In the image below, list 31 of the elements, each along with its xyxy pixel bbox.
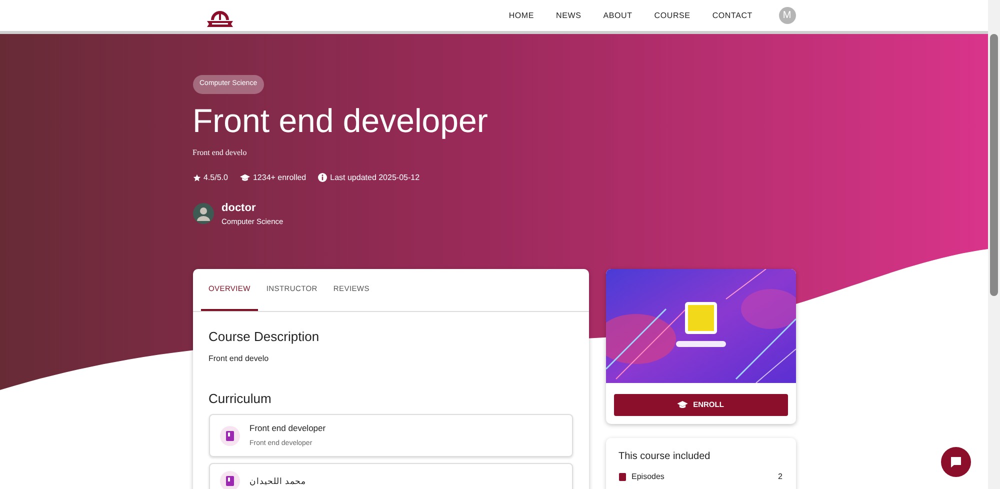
instructor-name[interactable]: doctor — [222, 200, 284, 216]
lesson-title: Front end developer — [250, 422, 326, 435]
description-text: Front end develo — [208, 352, 270, 364]
instructor-avatar — [192, 203, 214, 224]
graduation-cap-icon — [240, 174, 250, 182]
chat-icon — [950, 456, 962, 468]
star-icon — [192, 174, 200, 182]
book-icon — [226, 476, 234, 486]
rating-text: 4.5/5.0 — [204, 172, 228, 184]
included-heading: This course included — [618, 450, 712, 464]
graduation-cap-icon — [677, 401, 688, 409]
section-heading: Course Description — [208, 328, 320, 346]
section-heading: Curriculum — [208, 390, 272, 408]
enrolled-count: 1234+ enrolled — [252, 172, 306, 184]
info-icon — [318, 173, 328, 182]
nav-link[interactable]: ABOUT — [603, 10, 632, 22]
lesson-title: محمد اللحيدان — [250, 474, 306, 488]
included-label: Episodes — [632, 471, 666, 483]
course-title: Front end developer — [192, 102, 489, 139]
nav-link[interactable]: HOME — [508, 10, 534, 22]
last-updated-text: Last updated 2025-05-12 — [330, 172, 420, 184]
chat-button[interactable] — [941, 447, 971, 477]
nav-link[interactable]: CONTACT — [712, 10, 752, 22]
nav-link[interactable]: NEWS — [556, 10, 582, 22]
nav-link[interactable]: COURSE — [654, 10, 690, 22]
scrollbar-thumb[interactable] — [990, 34, 998, 296]
lesson-card[interactable]: محمد اللحيدان — [208, 463, 572, 489]
book-icon — [618, 473, 626, 481]
included-value: 2 — [778, 471, 782, 483]
book-icon — [226, 430, 234, 441]
course-subtitle: Front end develo — [192, 146, 248, 159]
